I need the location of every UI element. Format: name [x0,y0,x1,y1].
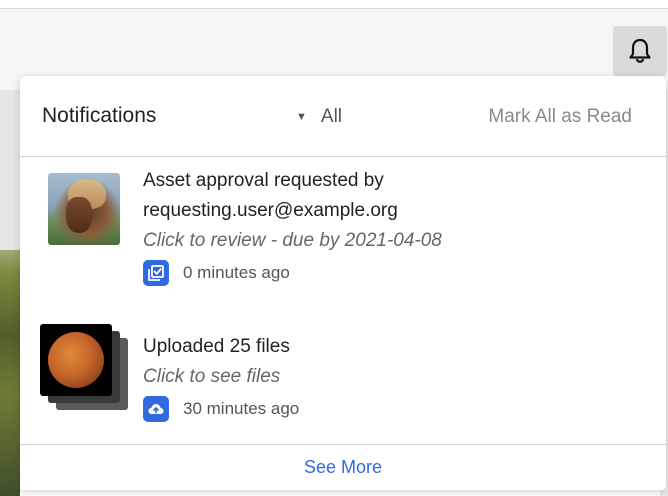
notification-title-line1: Uploaded 25 files [143,336,290,357]
asset-thumbnail [48,173,120,245]
notifications-panel: Notifications ▼ All Mark All as Read Ass… [20,76,666,490]
notifications-button[interactable] [613,26,667,76]
notification-item[interactable]: Uploaded 25 files Click to see files 30 … [20,316,666,444]
panel-footer: See More [20,444,666,490]
notification-title-line1: Asset approval requested by [143,170,384,191]
background-left-top [0,90,20,250]
notification-item[interactable]: Asset approval requested by requesting.u… [20,166,666,314]
panel-title: Notifications [42,104,157,127]
notification-time: 30 minutes ago [183,399,300,418]
see-more-link[interactable]: See More [20,457,666,478]
bell-icon [629,38,651,63]
notification-title-line2: requesting.user@example.org [143,200,398,221]
panel-header: Notifications ▼ All Mark All as Read [20,76,666,157]
notification-subtitle: Click to review - due by 2021-04-08 [143,230,442,251]
files-thumbnail-stack [40,324,130,414]
filter-dropdown[interactable]: ▼ All [296,106,342,128]
caret-down-icon: ▼ [296,111,307,123]
filter-label: All [320,106,343,127]
cloud-upload-icon [143,396,169,422]
mark-all-read-button[interactable]: Mark All as Read [488,106,632,128]
notification-time: 0 minutes ago [183,263,290,282]
notification-subtitle: Click to see files [143,366,281,387]
approval-icon [143,260,169,286]
